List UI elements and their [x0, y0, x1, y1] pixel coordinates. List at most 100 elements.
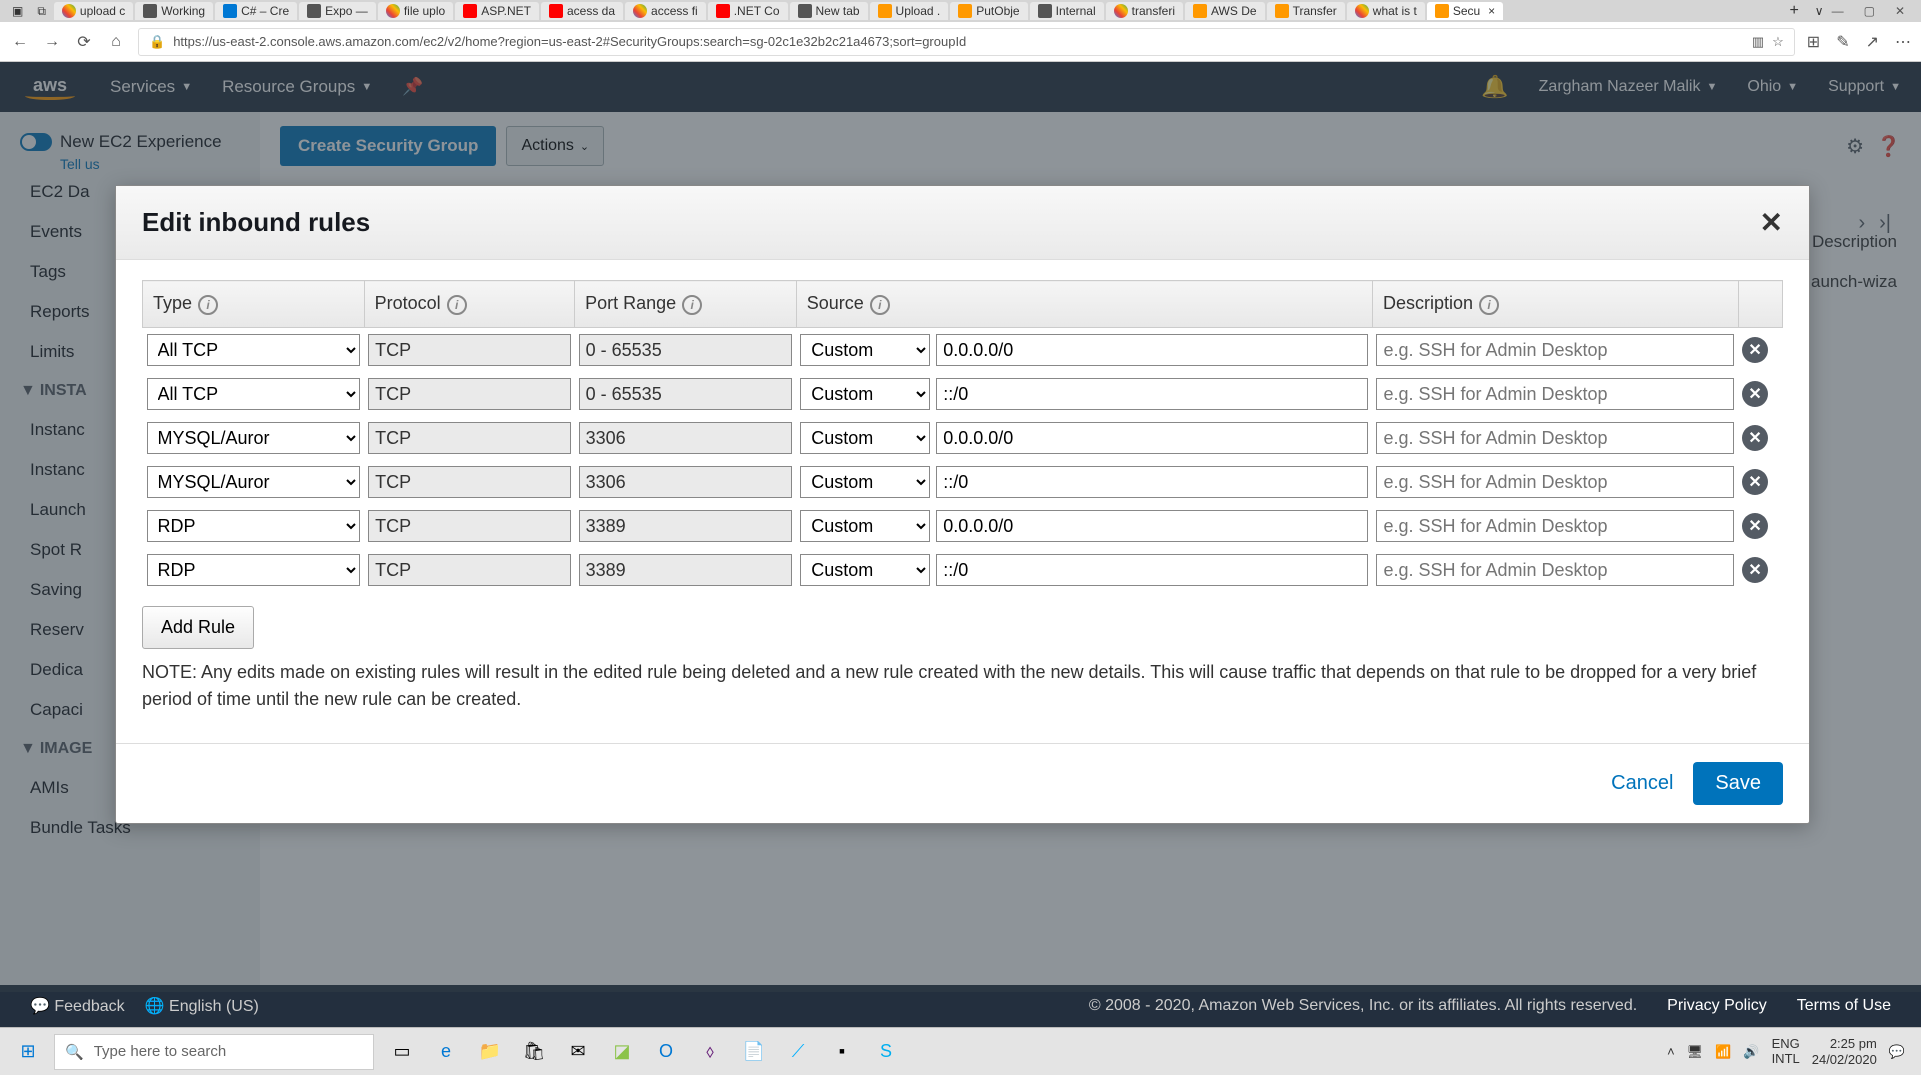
edge-icon[interactable]: e — [428, 1034, 464, 1070]
forward-button[interactable]: → — [42, 33, 62, 51]
description-input[interactable] — [1376, 422, 1734, 454]
type-select[interactable]: All TCP — [147, 334, 361, 366]
browser-tab[interactable]: Upload . — [870, 2, 949, 20]
source-mode-select[interactable]: Custom — [800, 466, 930, 498]
tray-notifications-icon[interactable]: 💬 — [1889, 1044, 1905, 1060]
type-select[interactable]: RDP — [147, 554, 361, 586]
maximize-button[interactable]: ▢ — [1864, 4, 1875, 18]
minimize-button[interactable]: — — [1832, 4, 1844, 18]
source-mode-select[interactable]: Custom — [800, 554, 930, 586]
back-button[interactable]: ← — [10, 33, 30, 51]
info-icon[interactable]: i — [447, 295, 467, 315]
tab-overflow-icon[interactable]: ∨ — [1809, 4, 1830, 18]
skype-icon[interactable]: S — [868, 1034, 904, 1070]
source-value-input[interactable] — [936, 378, 1368, 410]
tray-clock[interactable]: 2:25 pm 24/02/2020 — [1812, 1036, 1877, 1067]
app-icon-1[interactable]: ◪ — [604, 1034, 640, 1070]
browser-tab[interactable]: file uplo — [378, 2, 453, 20]
browser-tab[interactable]: Internal — [1030, 2, 1104, 20]
browser-tab[interactable]: .NET Co — [708, 2, 788, 20]
language-selector[interactable]: 🌐 English (US) — [145, 996, 259, 1016]
add-rule-button[interactable]: Add Rule — [142, 606, 254, 649]
refresh-button[interactable]: ⟳ — [74, 32, 94, 52]
outlook-icon[interactable]: O — [648, 1034, 684, 1070]
notes-icon[interactable]: ✎ — [1836, 32, 1849, 52]
browser-tab[interactable]: ASP.NET — [455, 2, 539, 20]
tray-chevron-icon[interactable]: ˄ — [1667, 1044, 1675, 1059]
description-input[interactable] — [1376, 334, 1734, 366]
tray-lang2[interactable]: INTL — [1772, 1052, 1800, 1066]
type-select[interactable]: MYSQL/Auror — [147, 466, 361, 498]
tray-lang1[interactable]: ENG — [1772, 1037, 1800, 1051]
app-icon-2[interactable]: 📄 — [736, 1034, 772, 1070]
more-icon[interactable]: ⋯ — [1895, 32, 1911, 52]
tray-network-icon[interactable]: 📶 — [1715, 1044, 1731, 1060]
browser-tab[interactable]: Secu× — [1427, 2, 1503, 20]
description-input[interactable] — [1376, 554, 1734, 586]
info-icon[interactable]: i — [198, 295, 218, 315]
info-icon[interactable]: i — [682, 295, 702, 315]
remove-rule-icon[interactable]: ✕ — [1742, 513, 1768, 539]
terms-link[interactable]: Terms of Use — [1797, 997, 1891, 1015]
description-input[interactable] — [1376, 378, 1734, 410]
new-tab-button[interactable]: + — [1781, 2, 1806, 20]
tray-volume-icon[interactable]: 🔊 — [1743, 1044, 1759, 1060]
info-icon[interactable]: i — [1479, 295, 1499, 315]
info-icon[interactable]: i — [870, 295, 890, 315]
source-mode-select[interactable]: Custom — [800, 510, 930, 542]
source-value-input[interactable] — [936, 466, 1368, 498]
description-input[interactable] — [1376, 510, 1734, 542]
source-value-input[interactable] — [936, 510, 1368, 542]
home-button[interactable]: ⌂ — [106, 33, 126, 51]
remove-rule-icon[interactable]: ✕ — [1742, 381, 1768, 407]
close-icon[interactable]: ✕ — [1760, 206, 1783, 239]
app-icon-3[interactable]: ⟋ — [780, 1034, 816, 1070]
browser-tab[interactable]: PutObje — [950, 2, 1027, 20]
browser-tab[interactable]: Working — [135, 2, 213, 20]
store-icon[interactable]: 🛍 — [516, 1034, 552, 1070]
task-view-icon[interactable]: ▭ — [384, 1034, 420, 1070]
remove-rule-icon[interactable]: ✕ — [1742, 557, 1768, 583]
remove-rule-icon[interactable]: ✕ — [1742, 469, 1768, 495]
type-select[interactable]: All TCP — [147, 378, 361, 410]
terminal-icon[interactable]: ▪ — [824, 1034, 860, 1070]
source-value-input[interactable] — [936, 554, 1368, 586]
feedback-link[interactable]: 💬 Feedback — [30, 996, 125, 1016]
source-mode-select[interactable]: Custom — [800, 422, 930, 454]
description-input[interactable] — [1376, 466, 1734, 498]
browser-tab[interactable]: what is t — [1347, 2, 1425, 20]
remove-rule-icon[interactable]: ✕ — [1742, 425, 1768, 451]
url-field[interactable]: 🔒 https://us-east-2.console.aws.amazon.c… — [138, 28, 1795, 56]
extension-icon[interactable]: ⊞ — [1807, 32, 1820, 52]
browser-tab[interactable]: New tab — [790, 2, 868, 20]
share-icon[interactable]: ↗ — [1866, 32, 1879, 52]
type-select[interactable]: RDP — [147, 510, 361, 542]
save-button[interactable]: Save — [1693, 762, 1783, 805]
taskbar-search[interactable]: 🔍 Type here to search — [54, 1034, 374, 1070]
tab-close-icon[interactable]: × — [1488, 4, 1495, 18]
privacy-link[interactable]: Privacy Policy — [1667, 997, 1767, 1015]
type-select[interactable]: MYSQL/Auror — [147, 422, 361, 454]
browser-tab[interactable]: Transfer — [1267, 2, 1345, 20]
vs-icon[interactable]: ⬨ — [692, 1034, 728, 1070]
close-window-button[interactable]: ✕ — [1895, 4, 1905, 18]
mail-icon[interactable]: ✉ — [560, 1034, 596, 1070]
source-value-input[interactable] — [936, 422, 1368, 454]
explorer-icon[interactable]: 📁 — [472, 1034, 508, 1070]
start-button[interactable]: ⊞ — [6, 1032, 50, 1072]
source-mode-select[interactable]: Custom — [800, 378, 930, 410]
cancel-button[interactable]: Cancel — [1611, 772, 1673, 795]
remove-rule-icon[interactable]: ✕ — [1742, 337, 1768, 363]
browser-tab[interactable]: upload c — [54, 2, 133, 20]
browser-tab[interactable]: transferi — [1106, 2, 1183, 20]
browser-tab[interactable]: AWS De — [1185, 2, 1265, 20]
favorite-icon[interactable]: ☆ — [1772, 34, 1784, 50]
source-mode-select[interactable]: Custom — [800, 334, 930, 366]
browser-tab[interactable]: access fi — [625, 2, 706, 20]
reader-icon[interactable]: ▥ — [1752, 34, 1764, 50]
browser-tab[interactable]: C# – Cre — [215, 2, 297, 20]
browser-tab[interactable]: acess da — [541, 2, 623, 20]
tray-display-icon[interactable]: 🖥 — [1687, 1044, 1704, 1060]
browser-tab[interactable]: Expo — — [299, 2, 376, 20]
source-value-input[interactable] — [936, 334, 1368, 366]
